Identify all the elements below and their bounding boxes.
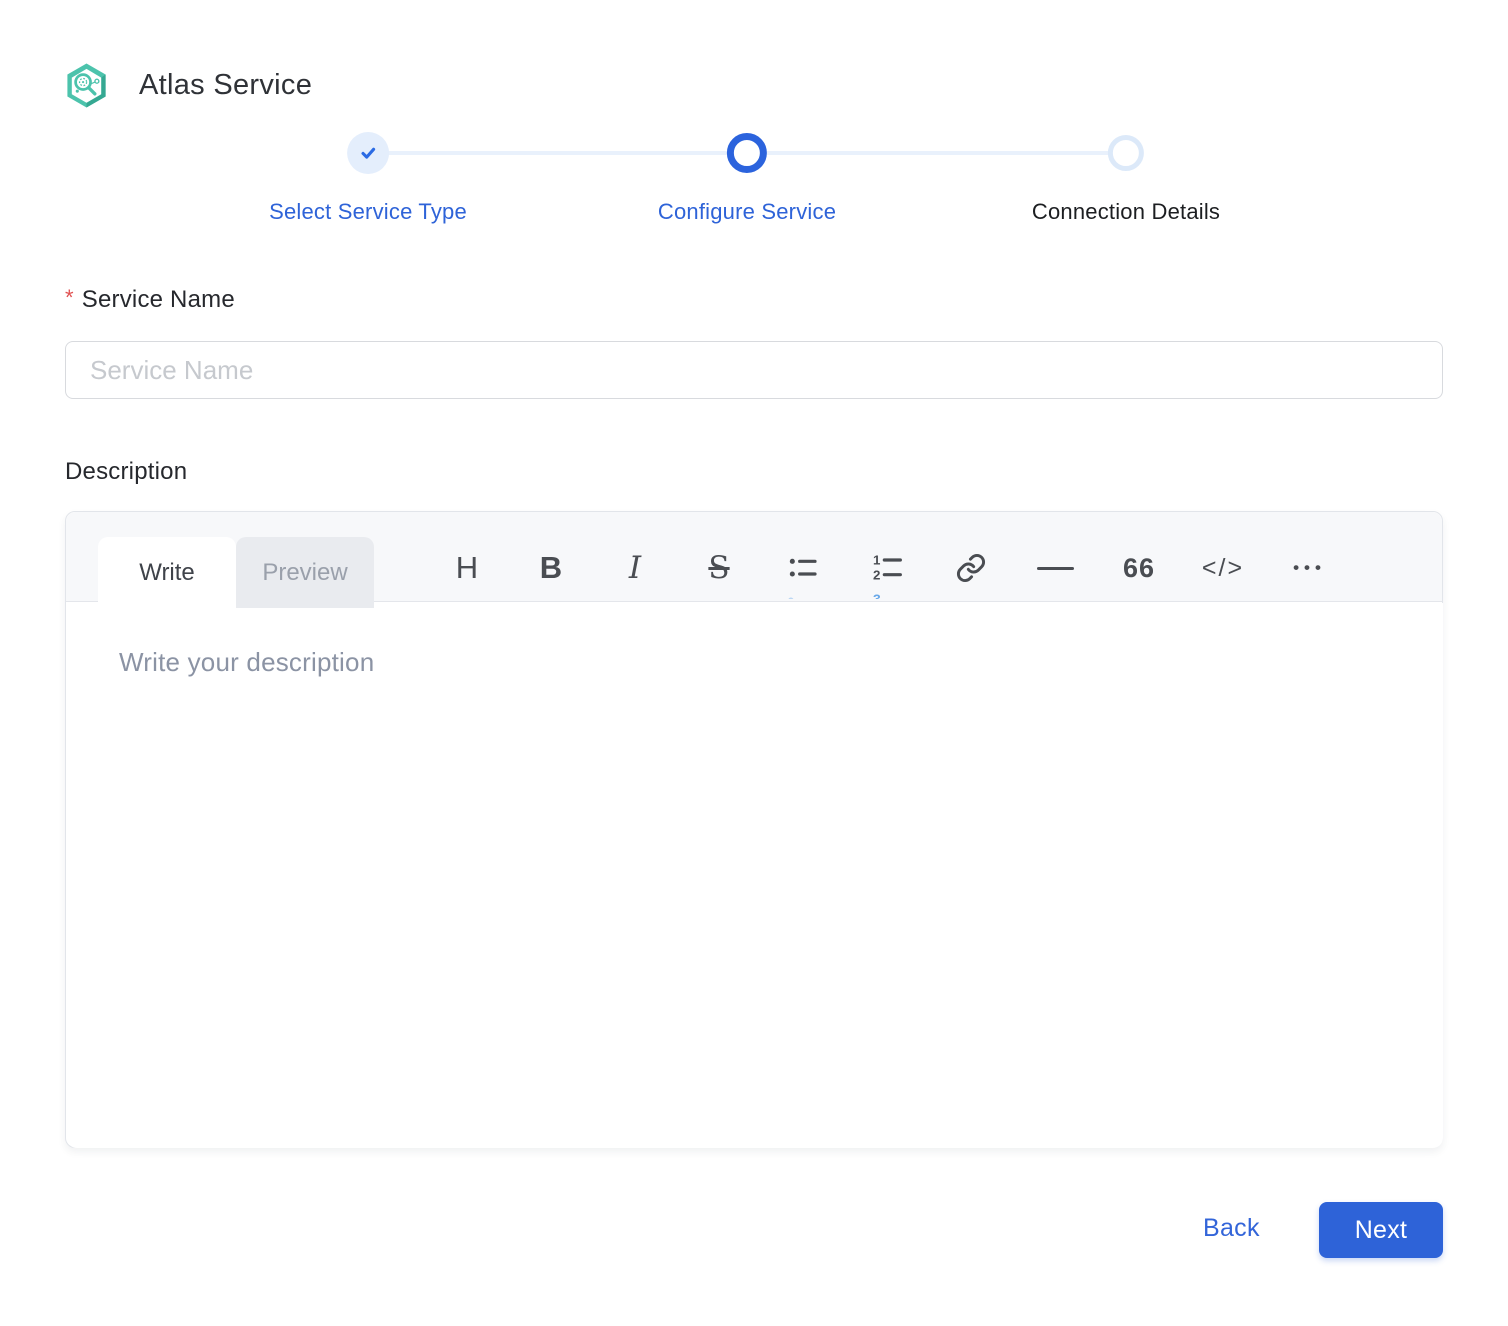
step-label[interactable]: Configure Service [658, 199, 836, 225]
service-name-label: * Service Name [65, 285, 235, 314]
heading-icon: H [455, 550, 479, 585]
strikethrough-icon: S [708, 550, 730, 586]
step-upcoming-indicator[interactable] [1107, 135, 1144, 171]
editor-body [67, 603, 1443, 1148]
link-icon [957, 554, 985, 582]
ordered-list-button[interactable]: 1 2 3 [859, 540, 915, 599]
step-select-service-type[interactable]: Select Service Type [269, 130, 467, 225]
service-name-label-text: Service Name [81, 286, 235, 313]
toolbar-icons: H B I S ● 1 [439, 534, 1335, 602]
quote-icon: 66 [1122, 552, 1156, 583]
required-marker: * [65, 285, 74, 310]
quote-button[interactable]: 66 [1111, 540, 1167, 596]
markdown-editor: Write Preview H B I S ● [65, 511, 1443, 1148]
step-completed-indicator[interactable] [346, 132, 389, 174]
next-button[interactable]: Next [1319, 1202, 1443, 1258]
step-indicator-wrap [346, 130, 389, 176]
tab-preview[interactable]: Preview [236, 537, 374, 608]
italic-icon: I [628, 550, 642, 586]
ordered-list-icon: 1 2 [873, 553, 902, 582]
horizontal-rule-icon [1036, 566, 1074, 570]
link-button[interactable] [943, 540, 999, 596]
check-icon [361, 147, 376, 159]
description-textarea[interactable] [67, 603, 1443, 1148]
italic-button[interactable]: I [607, 540, 663, 596]
unordered-list-button[interactable]: ● [775, 540, 831, 599]
svg-text:2: 2 [873, 567, 880, 582]
more-icon: ••• [1293, 558, 1326, 577]
step-label[interactable]: Select Service Type [269, 199, 467, 225]
step-connection-details[interactable]: Connection Details [1032, 130, 1220, 225]
unordered-list-clipped-row: ● [787, 595, 795, 599]
ordered-list-clipped-row: 3 [873, 592, 881, 599]
svg-text:1: 1 [873, 553, 881, 568]
step-configure-service[interactable]: Configure Service [658, 130, 836, 225]
more-button[interactable]: ••• [1279, 540, 1335, 596]
step-indicator-wrap [1107, 130, 1144, 176]
horizontal-rule-button[interactable] [1027, 540, 1083, 596]
strikethrough-button[interactable]: S [691, 540, 747, 596]
tab-write[interactable]: Write [98, 537, 236, 608]
description-label: Description [65, 458, 188, 485]
code-button[interactable]: </> [1195, 540, 1251, 596]
step-label[interactable]: Connection Details [1032, 199, 1220, 225]
bold-icon: B [539, 550, 563, 585]
code-icon: </> [1201, 553, 1245, 582]
heading-button[interactable]: H [439, 540, 495, 596]
back-button[interactable]: Back [1203, 1214, 1260, 1243]
stepper: Select Service Type Configure Service Co… [0, 0, 1508, 240]
service-name-input[interactable] [65, 341, 1443, 399]
bold-button[interactable]: B [523, 540, 579, 596]
editor-toolbar: Write Preview H B I S ● [66, 512, 1442, 608]
step-active-indicator[interactable] [726, 133, 767, 173]
unordered-list-icon [789, 558, 817, 577]
step-indicator-wrap [726, 130, 767, 176]
